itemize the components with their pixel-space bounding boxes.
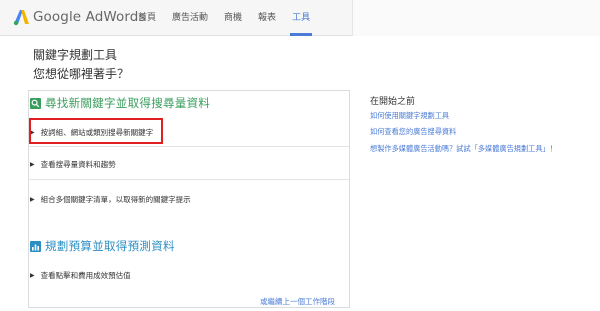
nav-opportunities[interactable]: 商機 [224,0,242,36]
logo-text: Google AdWords [33,9,146,25]
divider [29,146,349,147]
option-multiply-keyword-lists[interactable]: ▶ 組合多個關鍵字清單，以取得新的關鍵字提示 [30,194,350,205]
section-plan-budget-title: 規劃預算並取得預測資料 [45,239,175,253]
page-subtitle: 您想從哪裡著手？ [33,67,130,81]
section-plan-budget-header: 規劃預算並取得預測資料 [30,238,175,254]
option-label: 查看搜尋量資料和趨勢 [40,160,116,169]
nav-campaigns[interactable]: 廣告活動 [172,0,208,36]
expand-triangle-icon: ▶ [30,161,35,168]
expand-triangle-icon: ▶ [30,196,35,203]
expand-triangle-icon: ▶ [30,272,35,279]
continue-previous-session-link[interactable]: 或繼續上一個工作階段 [260,296,335,307]
help-link-search-data[interactable]: 如何查看您的廣告搜尋資料 [370,127,456,137]
option-label: 查看點擊和費用成效預估值 [40,271,131,280]
option-search-volume-trends[interactable]: ▶ 查看搜尋量資料和趨勢 [30,159,350,170]
search-icon [30,97,41,109]
nav-reports[interactable]: 報表 [258,0,276,36]
nav-home[interactable]: 首頁 [138,0,156,36]
section-find-keywords-title: 尋找新關鍵字並取得搜尋量資料 [45,96,211,110]
option-click-cost-estimates[interactable]: ▶ 查看點擊和費用成效預估值 [30,270,350,281]
option-label: 組合多個關鍵字清單，以取得新的關鍵字提示 [40,195,191,204]
help-link-how-to-use[interactable]: 如何使用關鍵字規劃工具 [370,111,449,121]
top-bar: Google AdWords 首頁 廣告活動 商機 報表 工具 [0,0,600,36]
section-find-keywords-header: 尋找新關鍵字並取得搜尋量資料 [30,95,210,111]
divider [29,179,349,180]
help-link-display-planner[interactable]: 想製作多媒體廣告活動嗎？試試「多媒體廣告規劃工具」！ [370,144,557,154]
sidebar-title: 在開始之前 [370,97,416,107]
highlight-box [29,118,163,144]
top-nav: 首頁 廣告活動 商機 報表 工具 [138,0,326,36]
page-title: 關鍵字規劃工具 [33,48,118,62]
top-bar-right-area [352,0,600,36]
nav-tools[interactable]: 工具 [290,0,313,36]
bar-chart-icon [30,240,41,252]
adwords-logo-icon [13,10,29,26]
